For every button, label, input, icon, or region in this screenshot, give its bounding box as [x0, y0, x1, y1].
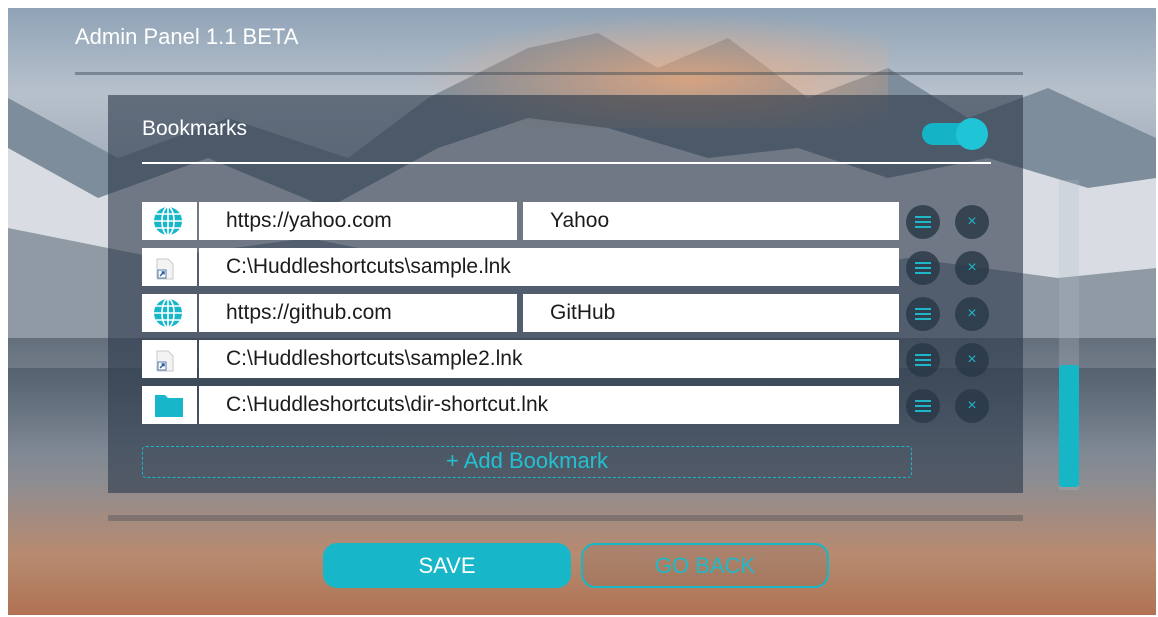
bookmark-url-field[interactable]: https://yahoo.com	[199, 202, 517, 240]
row-menu-button[interactable]	[906, 297, 940, 331]
bookmark-name-field[interactable]: Yahoo	[523, 202, 899, 240]
row-icon-cell	[142, 386, 197, 424]
row-menu-button[interactable]	[906, 251, 940, 285]
menu-lines-icon	[915, 354, 931, 366]
close-icon: ×	[967, 259, 977, 276]
row-icon-cell	[142, 340, 197, 378]
scrollbar-thumb[interactable]	[1059, 365, 1079, 487]
folder-icon	[155, 395, 183, 417]
add-bookmark-button[interactable]: + Add Bookmark	[142, 446, 912, 478]
row-remove-button[interactable]: ×	[955, 343, 989, 377]
close-icon: ×	[967, 213, 977, 230]
menu-lines-icon	[915, 308, 931, 320]
row-remove-button[interactable]: ×	[955, 205, 989, 239]
shortcut-file-icon	[156, 258, 174, 280]
bookmark-path-field[interactable]: C:\Huddleshortcuts\sample2.lnk	[199, 340, 899, 378]
row-menu-button[interactable]	[906, 389, 940, 423]
row-remove-button[interactable]: ×	[955, 389, 989, 423]
bookmarks-toggle[interactable]	[922, 118, 988, 150]
panel-divider	[108, 515, 1023, 521]
section-title: Bookmarks	[142, 117, 248, 140]
row-icon-cell	[142, 202, 197, 240]
row-remove-button[interactable]: ×	[955, 297, 989, 331]
row-icon-cell	[142, 294, 197, 332]
menu-lines-icon	[915, 216, 931, 228]
bookmark-name-field[interactable]: GitHub	[523, 294, 899, 332]
globe-icon	[154, 206, 182, 236]
section-divider	[142, 162, 991, 164]
bookmark-path-field[interactable]: C:\Huddleshortcuts\sample.lnk	[199, 248, 899, 286]
app-title: Admin Panel 1.1 BETA	[75, 24, 299, 49]
row-icon-cell	[142, 248, 197, 286]
title-divider	[75, 72, 1023, 75]
close-icon: ×	[967, 305, 977, 322]
menu-lines-icon	[915, 262, 931, 274]
globe-icon	[154, 298, 182, 328]
close-icon: ×	[967, 397, 977, 414]
save-button[interactable]: SAVE	[323, 543, 571, 588]
close-icon: ×	[967, 351, 977, 368]
go-back-button[interactable]: GO BACK	[581, 543, 829, 588]
menu-lines-icon	[915, 400, 931, 412]
toggle-knob	[956, 118, 988, 150]
row-menu-button[interactable]	[906, 205, 940, 239]
bookmark-url-field[interactable]: https://github.com	[199, 294, 517, 332]
row-menu-button[interactable]	[906, 343, 940, 377]
shortcut-file-icon	[156, 350, 174, 372]
row-remove-button[interactable]: ×	[955, 251, 989, 285]
bookmark-path-field[interactable]: C:\Huddleshortcuts\dir-shortcut.lnk	[199, 386, 899, 424]
